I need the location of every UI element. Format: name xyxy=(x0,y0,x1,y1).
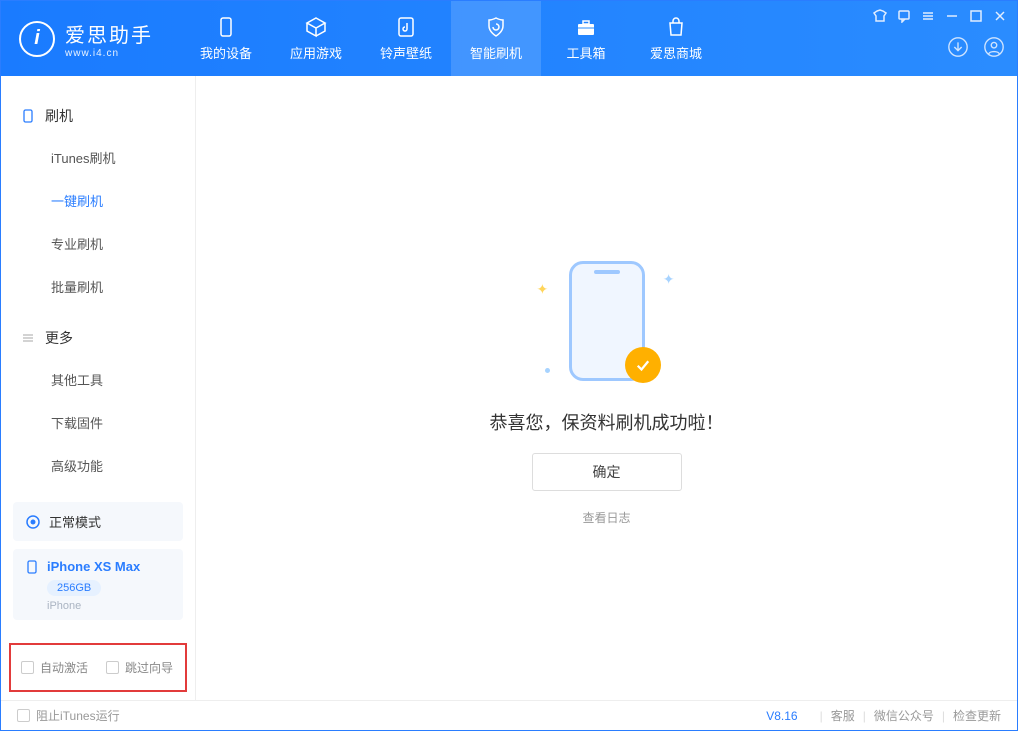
device-small-icon xyxy=(21,109,35,123)
app-url: www.i4.cn xyxy=(65,48,153,59)
tab-label: 应用游戏 xyxy=(290,43,342,62)
tab-toolbox[interactable]: 工具箱 xyxy=(541,1,631,76)
tab-label: 工具箱 xyxy=(566,43,605,62)
version-label: V8.16 xyxy=(766,709,797,723)
tab-ringtone-wallpaper[interactable]: 铃声壁纸 xyxy=(361,1,451,76)
checkbox-auto-activate[interactable]: 自动激活 xyxy=(21,659,88,676)
nav-tabs: 我的设备 应用游戏 铃声壁纸 智能刷机 工具箱 爱思商城 xyxy=(181,1,721,76)
download-icon[interactable] xyxy=(947,36,969,58)
checkbox-icon xyxy=(106,661,119,674)
body: 刷机 iTunes刷机 一键刷机 专业刷机 批量刷机 更多 其他工具 下载固件 … xyxy=(1,76,1017,700)
confirm-button[interactable]: 确定 xyxy=(532,453,682,491)
section-title-text: 刷机 xyxy=(45,106,73,126)
section-title-text: 更多 xyxy=(45,328,73,348)
tab-store[interactable]: 爱思商城 xyxy=(631,1,721,76)
device-type: iPhone xyxy=(47,600,171,612)
link-wechat[interactable]: 微信公众号 xyxy=(874,707,934,724)
device-panel: 正常模式 iPhone XS Max 256GB iPhone xyxy=(13,502,183,620)
tab-label: 我的设备 xyxy=(200,43,252,62)
view-log-link[interactable]: 查看日志 xyxy=(582,509,630,526)
header-actions xyxy=(947,36,1005,58)
tab-label: 铃声壁纸 xyxy=(380,43,432,62)
shopping-bag-icon xyxy=(664,15,688,39)
mode-label: 正常模式 xyxy=(49,512,101,531)
close-icon[interactable] xyxy=(993,9,1007,23)
user-icon[interactable] xyxy=(983,36,1005,58)
device-icon xyxy=(25,560,39,574)
sparkle-icon: ✦ xyxy=(537,281,549,298)
sidebar-item-download-firmware[interactable]: 下载固件 xyxy=(1,401,195,444)
tab-label: 爱思商城 xyxy=(650,43,702,62)
statusbar: 阻止iTunes运行 V8.16 | 客服 | 微信公众号 | 检查更新 xyxy=(1,700,1017,730)
sidebar-item-itunes-flash[interactable]: iTunes刷机 xyxy=(1,136,195,179)
checkbox-block-itunes[interactable]: 阻止iTunes运行 xyxy=(17,707,120,724)
mode-box[interactable]: 正常模式 xyxy=(13,502,183,541)
device-box[interactable]: iPhone XS Max 256GB iPhone xyxy=(13,549,183,620)
separator: | xyxy=(863,709,866,723)
logo-area: i 爱思助手 www.i4.cn xyxy=(1,19,171,59)
sidebar: 刷机 iTunes刷机 一键刷机 专业刷机 批量刷机 更多 其他工具 下载固件 … xyxy=(1,76,196,700)
success-message: 恭喜您，保资料刷机成功啦！ xyxy=(490,409,724,435)
skin-icon[interactable] xyxy=(873,9,887,23)
sidebar-item-pro-flash[interactable]: 专业刷机 xyxy=(1,222,195,265)
main-content: ✦ ✦ 恭喜您，保资料刷机成功啦！ 确定 查看日志 xyxy=(196,76,1017,700)
tab-my-device[interactable]: 我的设备 xyxy=(181,1,271,76)
dot-icon xyxy=(545,368,550,373)
list-icon xyxy=(21,331,35,345)
checkbox-label: 阻止iTunes运行 xyxy=(36,707,120,724)
section-flash: 刷机 xyxy=(1,96,195,136)
maximize-icon[interactable] xyxy=(969,9,983,23)
feedback-icon[interactable] xyxy=(897,9,911,23)
sidebar-item-advanced[interactable]: 高级功能 xyxy=(1,444,195,487)
checkbox-skip-guide[interactable]: 跳过向导 xyxy=(106,659,173,676)
check-badge-icon xyxy=(625,347,661,383)
sidebar-item-oneclick-flash[interactable]: 一键刷机 xyxy=(1,179,195,222)
cube-icon xyxy=(304,15,328,39)
device-name-text: iPhone XS Max xyxy=(47,559,140,574)
sidebar-item-batch-flash[interactable]: 批量刷机 xyxy=(1,265,195,308)
tab-apps-games[interactable]: 应用游戏 xyxy=(271,1,361,76)
minimize-icon[interactable] xyxy=(945,9,959,23)
separator: | xyxy=(942,709,945,723)
header: i 爱思助手 www.i4.cn 我的设备 应用游戏 铃声壁纸 智能刷机 工具箱 xyxy=(1,1,1017,76)
tab-smart-flash[interactable]: 智能刷机 xyxy=(451,1,541,76)
link-customer-service[interactable]: 客服 xyxy=(831,707,855,724)
link-check-update[interactable]: 检查更新 xyxy=(953,707,1001,724)
checkbox-label: 跳过向导 xyxy=(125,659,173,676)
tab-label: 智能刷机 xyxy=(470,43,522,62)
separator: | xyxy=(820,709,823,723)
menu-icon[interactable] xyxy=(921,9,935,23)
section-more: 更多 xyxy=(1,318,195,358)
music-file-icon xyxy=(394,15,418,39)
mode-icon xyxy=(25,514,41,530)
shield-refresh-icon xyxy=(484,15,508,39)
success-illustration: ✦ ✦ xyxy=(527,251,687,391)
sidebar-item-other-tools[interactable]: 其他工具 xyxy=(1,358,195,401)
checkbox-label: 自动激活 xyxy=(40,659,88,676)
sparkle-icon: ✦ xyxy=(663,271,675,288)
checkbox-icon xyxy=(21,661,34,674)
storage-badge: 256GB xyxy=(47,580,101,596)
options-highlight-box: 自动激活 跳过向导 xyxy=(9,643,187,692)
phone-icon xyxy=(214,15,238,39)
app-logo-icon: i xyxy=(19,21,55,57)
toolbox-icon xyxy=(574,15,598,39)
window-controls xyxy=(873,9,1007,23)
app-name: 爱思助手 xyxy=(65,19,153,48)
checkbox-icon xyxy=(17,709,30,722)
